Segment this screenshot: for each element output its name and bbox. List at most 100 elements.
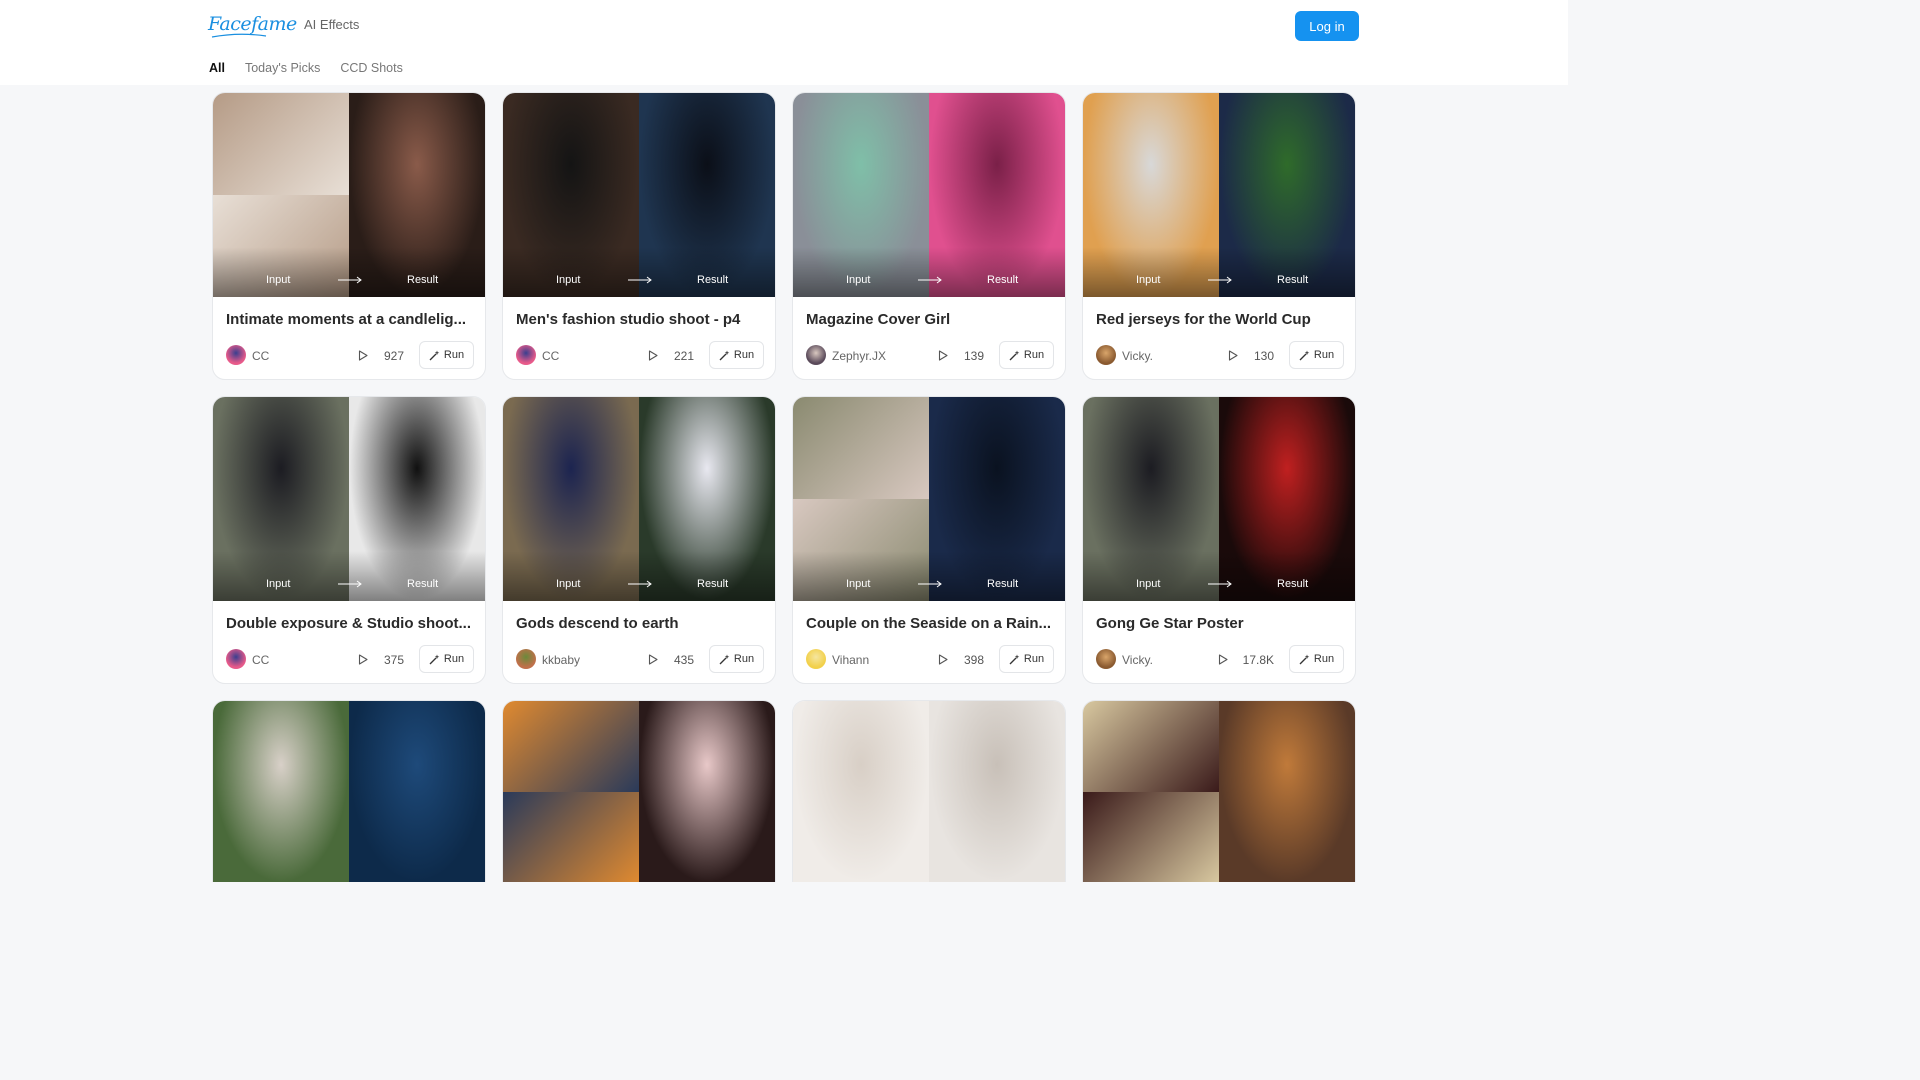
magic-wand-icon bbox=[1009, 654, 1020, 664]
preview-thumbnail[interactable] bbox=[503, 701, 775, 882]
run-label: Run bbox=[733, 653, 755, 665]
input-image bbox=[1083, 701, 1219, 882]
magic-wand-icon bbox=[719, 654, 730, 664]
effect-card[interactable] bbox=[792, 700, 1066, 882]
effect-card[interactable]: Input Result Intimate moments at a candl… bbox=[212, 92, 486, 380]
card-title[interactable]: Gong Ge Star Poster bbox=[1096, 615, 1344, 632]
logo-swoosh-icon bbox=[211, 33, 267, 38]
play-count-icon bbox=[1218, 654, 1228, 665]
arrow-right-icon bbox=[338, 580, 362, 588]
tab-all[interactable]: All bbox=[209, 61, 225, 75]
card-meta: Zephyr.JX 139 Run bbox=[806, 341, 1054, 369]
author-avatar[interactable] bbox=[516, 345, 536, 365]
input-image bbox=[793, 701, 929, 882]
effect-card[interactable] bbox=[212, 700, 486, 882]
tab-ccd-shots[interactable]: CCD Shots bbox=[340, 61, 403, 75]
category-tabs: All Today's Picks CCD Shots bbox=[209, 61, 403, 75]
result-label: Result bbox=[1277, 578, 1309, 590]
play-count: 17.8K bbox=[1242, 653, 1274, 667]
input-image bbox=[503, 701, 639, 882]
preview-thumbnail[interactable]: Input Result bbox=[793, 397, 1065, 601]
play-count-icon bbox=[648, 350, 658, 361]
author-avatar[interactable] bbox=[1096, 649, 1116, 669]
magic-wand-icon bbox=[1299, 654, 1310, 664]
card-title[interactable]: Couple on the Seaside on a Rain... bbox=[806, 615, 1054, 632]
preview-thumbnail[interactable] bbox=[793, 701, 1065, 882]
result-image bbox=[349, 701, 485, 882]
author-name[interactable]: Vicky. bbox=[1122, 349, 1153, 363]
input-label: Input bbox=[846, 578, 871, 590]
card-title[interactable]: Double exposure & Studio shoot... bbox=[226, 615, 474, 632]
play-count: 130 bbox=[1253, 349, 1274, 363]
run-label: Run bbox=[1023, 349, 1045, 361]
run-button[interactable]: Run bbox=[709, 341, 764, 369]
card-title[interactable]: Gods descend to earth bbox=[516, 615, 764, 632]
card-title[interactable]: Intimate moments at a candlelig... bbox=[226, 311, 474, 328]
nav-ai-effects[interactable]: AI Effects bbox=[304, 17, 359, 32]
effect-card[interactable]: Input Result Gong Ge Star Poster Vicky. … bbox=[1082, 396, 1356, 684]
run-button[interactable]: Run bbox=[709, 645, 764, 673]
effect-card[interactable] bbox=[1082, 700, 1356, 882]
run-button[interactable]: Run bbox=[999, 341, 1054, 369]
author-name[interactable]: CC bbox=[252, 653, 269, 667]
arrow-right-icon bbox=[918, 580, 942, 588]
result-image bbox=[1219, 701, 1355, 882]
tab-todays-picks[interactable]: Today's Picks bbox=[245, 61, 320, 75]
play-count-icon bbox=[648, 654, 658, 665]
author-avatar[interactable] bbox=[516, 649, 536, 669]
effect-card[interactable]: Input Result Double exposure & Studio sh… bbox=[212, 396, 486, 684]
author-avatar[interactable] bbox=[806, 649, 826, 669]
run-button[interactable]: Run bbox=[1289, 341, 1344, 369]
arrow-right-icon bbox=[338, 276, 362, 284]
author-name[interactable]: Vicky. bbox=[1122, 653, 1153, 667]
result-image bbox=[929, 701, 1065, 882]
run-button[interactable]: Run bbox=[419, 341, 474, 369]
arrow-right-icon bbox=[628, 580, 652, 588]
preview-thumbnail[interactable]: Input Result bbox=[213, 93, 485, 297]
result-image bbox=[639, 701, 775, 882]
author-name[interactable]: Vihann bbox=[832, 653, 869, 667]
run-button[interactable]: Run bbox=[999, 645, 1054, 673]
author-avatar[interactable] bbox=[226, 649, 246, 669]
preview-thumbnail[interactable]: Input Result bbox=[1083, 93, 1355, 297]
author-name[interactable]: CC bbox=[252, 349, 269, 363]
run-button[interactable]: Run bbox=[419, 645, 474, 673]
card-title[interactable]: Men's fashion studio shoot - p4 bbox=[516, 311, 764, 328]
arrow-right-icon bbox=[1208, 580, 1232, 588]
preview-thumbnail[interactable]: Input Result bbox=[213, 397, 485, 601]
facefame-logo[interactable]: Facefame bbox=[208, 13, 297, 35]
preview-thumbnail[interactable]: Input Result bbox=[503, 397, 775, 601]
card-title[interactable]: Red jerseys for the World Cup bbox=[1096, 311, 1344, 328]
input-image bbox=[213, 701, 349, 882]
preview-thumbnail[interactable]: Input Result bbox=[1083, 397, 1355, 601]
author-avatar[interactable] bbox=[226, 345, 246, 365]
play-count-icon bbox=[938, 654, 948, 665]
preview-thumbnail[interactable] bbox=[213, 701, 485, 882]
play-count: 435 bbox=[673, 653, 694, 667]
card-title[interactable]: Magazine Cover Girl bbox=[806, 311, 1054, 328]
author-name[interactable]: Zephyr.JX bbox=[832, 349, 886, 363]
run-label: Run bbox=[443, 653, 465, 665]
effect-card[interactable] bbox=[502, 700, 776, 882]
effect-card[interactable]: Input Result Couple on the Seaside on a … bbox=[792, 396, 1066, 684]
result-label: Result bbox=[407, 274, 439, 286]
effect-card[interactable]: Input Result Men's fashion studio shoot … bbox=[502, 92, 776, 380]
preview-thumbnail[interactable] bbox=[1083, 701, 1355, 882]
card-meta: CC 375 Run bbox=[226, 645, 474, 673]
card-meta: Vicky. 130 Run bbox=[1096, 341, 1344, 369]
preview-thumbnail[interactable]: Input Result bbox=[503, 93, 775, 297]
author-avatar[interactable] bbox=[806, 345, 826, 365]
author-avatar[interactable] bbox=[1096, 345, 1116, 365]
author-name[interactable]: kkbaby bbox=[542, 653, 580, 667]
play-count: 221 bbox=[673, 349, 694, 363]
preview-thumbnail[interactable]: Input Result bbox=[793, 93, 1065, 297]
effect-card[interactable]: Input Result Red jerseys for the World C… bbox=[1082, 92, 1356, 380]
effect-card[interactable]: Input Result Gods descend to earth kkbab… bbox=[502, 396, 776, 684]
effect-card[interactable]: Input Result Magazine Cover Girl Zephyr.… bbox=[792, 92, 1066, 380]
author-name[interactable]: CC bbox=[542, 349, 559, 363]
run-button[interactable]: Run bbox=[1289, 645, 1344, 673]
login-button[interactable]: Log in bbox=[1295, 11, 1359, 41]
play-count: 139 bbox=[963, 349, 984, 363]
run-label: Run bbox=[1023, 653, 1045, 665]
card-meta: Vihann 398 Run bbox=[806, 645, 1054, 673]
